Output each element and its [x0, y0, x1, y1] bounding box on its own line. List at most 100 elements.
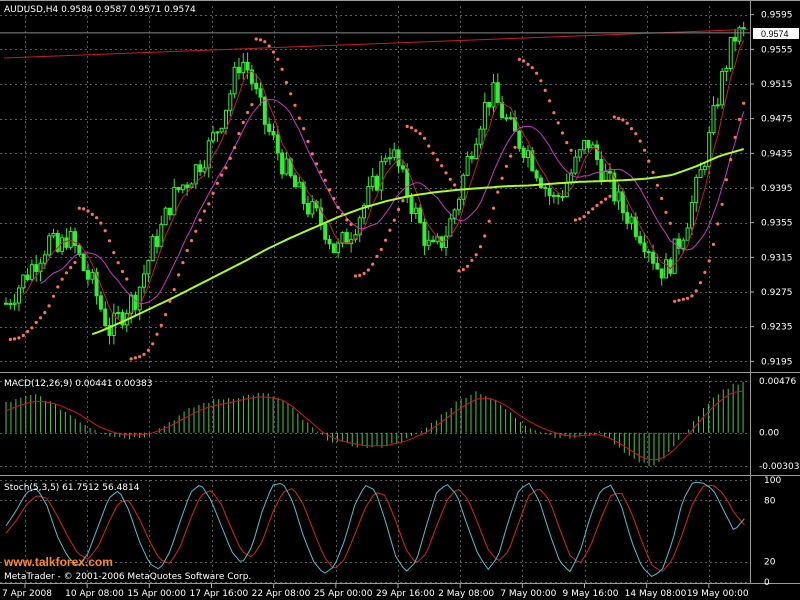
candle-body [547, 187, 552, 197]
candle-body [267, 123, 272, 132]
time-tick-label: 17 Apr 16:00 [190, 589, 249, 599]
candle-body [90, 271, 95, 280]
price-tick-label: 0.9475 [761, 115, 793, 125]
candle-body [219, 127, 224, 133]
time-tick-label: 10 Apr 08:00 [65, 589, 124, 599]
candle-body [159, 224, 164, 247]
sar-dot [686, 296, 690, 300]
sar-dot [207, 202, 211, 206]
candle-body [642, 242, 647, 253]
macd-tick-label: 0.00 [759, 429, 779, 439]
candle-body [185, 184, 190, 188]
sar-dot [491, 206, 496, 210]
sar-dot [720, 202, 724, 206]
trading-chart[interactable]: AUDUSD,H4 0.9584 0.9587 0.9571 0.9574 MA… [0, 0, 800, 600]
sar-dot [246, 110, 250, 115]
sar-dot [552, 111, 556, 115]
sar-dot [142, 352, 146, 356]
sar-dot [604, 197, 608, 201]
candle-body [629, 216, 634, 224]
candle-body [525, 150, 530, 158]
symbol-header: AUDUSD,H4 0.9584 0.9587 0.9571 0.9574 [4, 5, 196, 15]
candle-body [469, 155, 474, 160]
price-tick-label: 0.9315 [761, 253, 793, 263]
candle-body [81, 253, 86, 271]
candle-body [202, 167, 207, 173]
candle-body [305, 202, 310, 215]
sar-dot [254, 37, 258, 41]
candle-body [664, 259, 669, 279]
sar-dot [64, 271, 68, 275]
stoch-tick-label: 20 [764, 558, 776, 568]
candle-body [344, 232, 349, 245]
sar-dot [565, 141, 569, 145]
candle-body [638, 235, 643, 244]
candle-body [728, 36, 733, 70]
sar-dot [146, 348, 150, 352]
candle-body [508, 117, 513, 120]
sar-dot [215, 181, 219, 185]
sar-dot [47, 304, 51, 308]
sar-dot [107, 239, 112, 243]
candle-body [595, 144, 600, 160]
candle-body [370, 175, 375, 188]
candle-body [29, 264, 34, 281]
sar-dot [617, 116, 621, 121]
sar-dot [414, 129, 418, 133]
candle-body [543, 186, 548, 189]
sar-dot [327, 188, 332, 192]
time-tick-label: 9 May 16:00 [563, 589, 619, 599]
price-tick-label: 0.9515 [761, 80, 793, 90]
sar-dot [323, 178, 327, 182]
sar-dot [478, 245, 483, 249]
candle-body [42, 254, 47, 264]
candle-body [383, 157, 388, 163]
candle-body [275, 134, 280, 154]
sar-dot [17, 336, 21, 340]
sar-dot [95, 216, 99, 220]
time-tick-label: 25 Apr 00:00 [314, 589, 373, 599]
time-tick-label: 19 May 00:00 [687, 589, 749, 599]
candle-body [150, 236, 155, 262]
sar-dot [129, 357, 133, 361]
sar-dot [319, 170, 323, 174]
candle-body [478, 128, 483, 145]
sar-dot [599, 200, 603, 204]
candle-body [646, 251, 651, 254]
sar-dot [73, 260, 77, 265]
sar-dot [474, 253, 478, 257]
sar-dot [220, 173, 224, 177]
sar-dot [185, 248, 189, 253]
candle-body [556, 194, 561, 197]
candle-body [392, 149, 397, 159]
sar-dot [509, 154, 513, 158]
sar-dot [629, 127, 634, 131]
candle-body [741, 27, 746, 30]
sar-dot [250, 103, 254, 107]
candle-body [534, 170, 539, 179]
sar-dot [530, 66, 534, 70]
sar-dot [82, 207, 86, 211]
candle-body [366, 186, 371, 206]
sar-dot [431, 151, 435, 155]
candle-body [293, 175, 298, 188]
sar-dot [189, 239, 194, 243]
current-price-label: 0.9574 [761, 29, 789, 39]
price-tick-label: 0.9595 [761, 11, 793, 21]
sar-dot [340, 212, 345, 216]
candle-body [297, 181, 302, 188]
time-tick-label: 29 Apr 16:00 [376, 589, 435, 599]
sar-dot [168, 299, 172, 303]
candle-body [154, 236, 159, 247]
sar-dot [38, 316, 43, 320]
sar-dot [384, 238, 388, 242]
time-tick-label: 2 May 08:00 [438, 589, 494, 599]
candle-body [668, 259, 673, 274]
sar-dot [224, 166, 228, 170]
sar-dot [733, 135, 737, 139]
candle-body [689, 202, 694, 229]
sar-dot [560, 131, 565, 135]
sar-dot [315, 162, 319, 166]
sar-dot [60, 277, 64, 281]
sar-dot [21, 333, 25, 338]
